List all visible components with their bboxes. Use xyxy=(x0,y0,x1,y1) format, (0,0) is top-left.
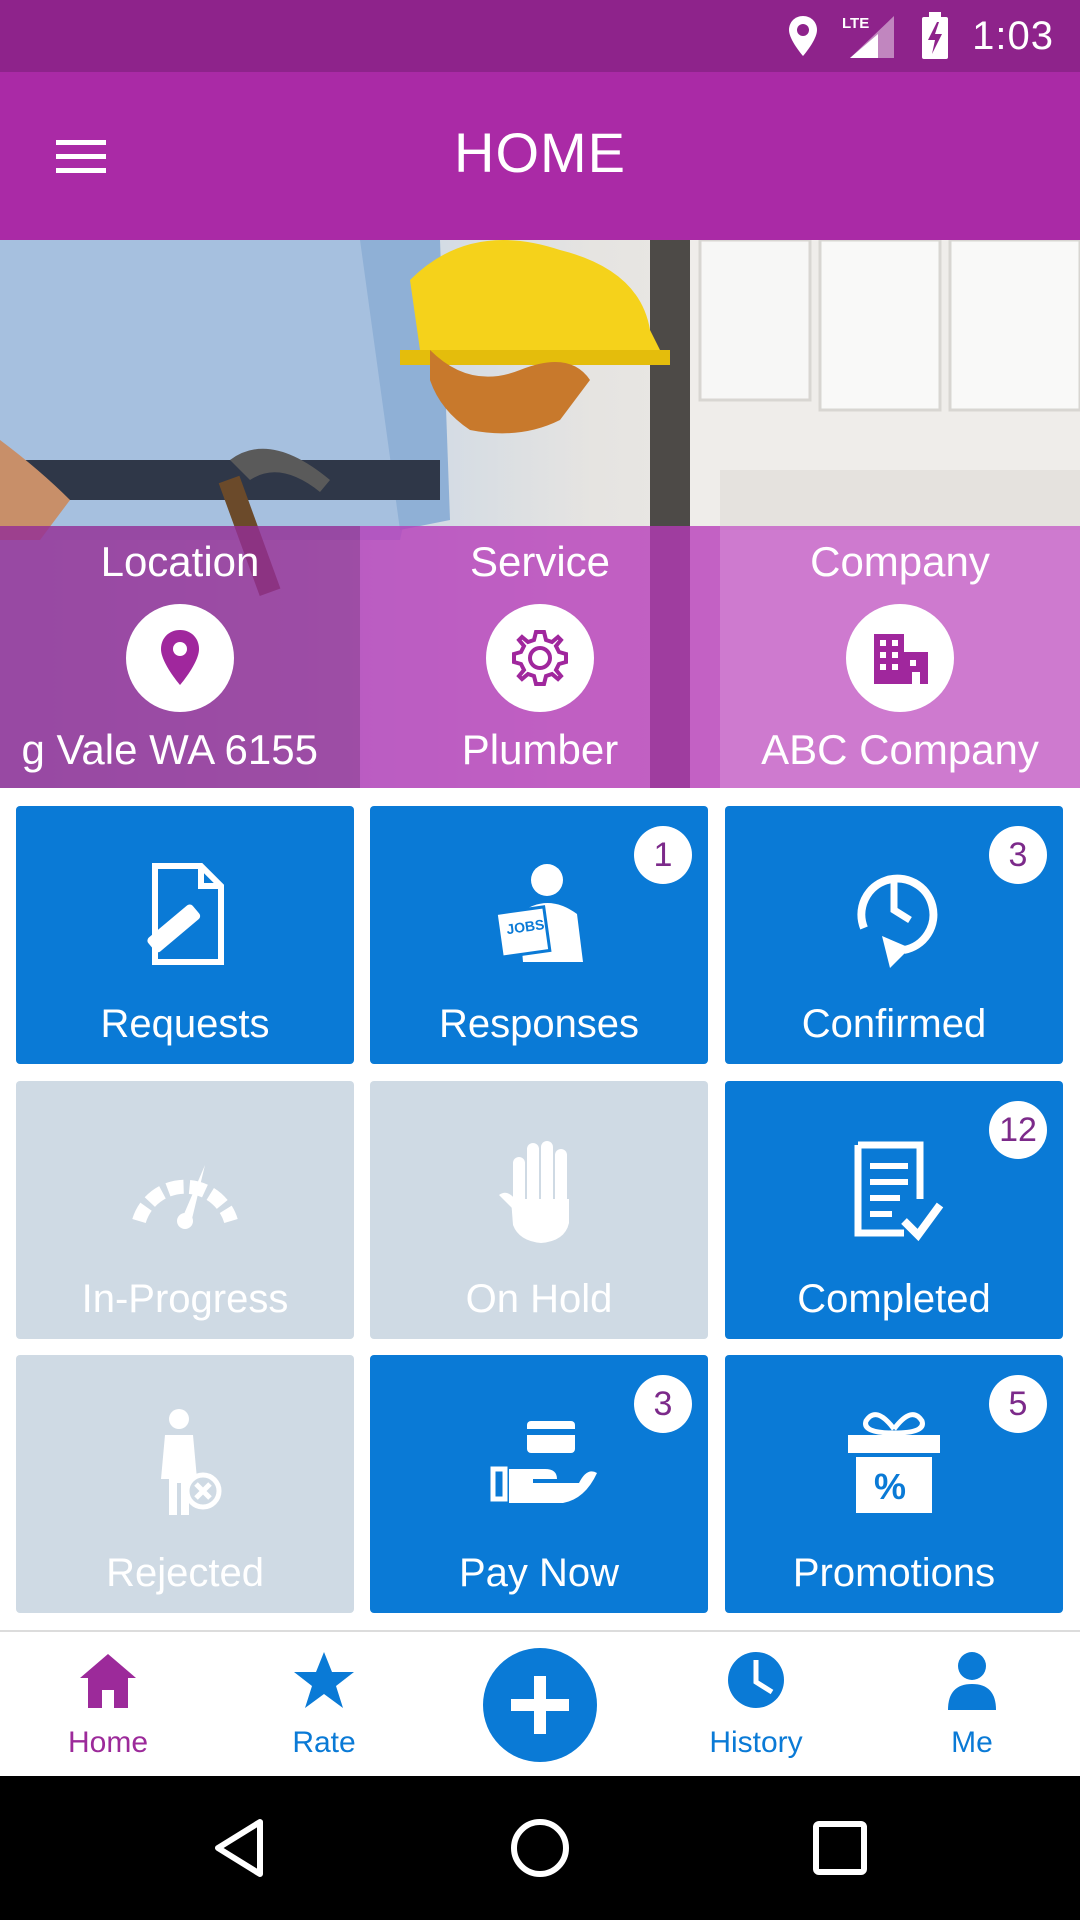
hero-banner: Location g Vale WA 6155 Service Plumber … xyxy=(0,240,1080,788)
tile-on-hold[interactable]: On Hold xyxy=(370,1081,708,1339)
checklist-icon xyxy=(854,1141,944,1242)
tile-label: Pay Now xyxy=(458,1551,620,1595)
home-icon xyxy=(80,1654,136,1708)
company-panel[interactable]: Company ABC Company xyxy=(720,526,1080,788)
nav-rate[interactable]: Rate xyxy=(244,1632,404,1778)
clock-icon xyxy=(728,1652,784,1708)
home-system-button[interactable] xyxy=(508,1816,572,1880)
service-value: Plumber xyxy=(461,726,619,773)
tile-pay-now[interactable]: 3 Pay Now xyxy=(370,1355,708,1613)
system-nav-bar xyxy=(0,1776,1080,1920)
location-button[interactable] xyxy=(126,604,234,712)
page-title: HOME xyxy=(454,121,626,184)
battery-charging-icon xyxy=(922,12,949,59)
bottom-nav: Home Rate History Me xyxy=(0,1630,1080,1776)
gear-icon xyxy=(512,630,568,686)
location-value: g Vale WA 6155 xyxy=(21,726,318,773)
map-pin-icon xyxy=(161,630,199,685)
location-panel[interactable]: Location g Vale WA 6155 xyxy=(0,526,360,788)
back-triangle-icon xyxy=(215,1819,263,1877)
nav-history[interactable]: History xyxy=(676,1632,836,1778)
responses-badge: 1 xyxy=(634,826,692,884)
gift-percent-icon: % xyxy=(848,1412,940,1513)
nav-home[interactable]: Home xyxy=(28,1632,188,1778)
recents-square-icon xyxy=(813,1821,867,1875)
nav-me[interactable]: Me xyxy=(892,1632,1052,1778)
pay-now-badge: 3 xyxy=(634,1375,692,1433)
tile-requests[interactable]: Requests xyxy=(16,806,354,1064)
back-button[interactable] xyxy=(208,1816,272,1880)
document-edit-icon xyxy=(147,863,224,965)
tile-label: Responses xyxy=(438,1002,640,1046)
status-time: 1:03 xyxy=(972,13,1054,58)
tile-label: Rejected xyxy=(106,1551,264,1595)
building-icon xyxy=(874,634,928,684)
star-icon xyxy=(294,1652,354,1708)
add-button[interactable] xyxy=(483,1648,597,1762)
app-bar: HOME xyxy=(0,72,1080,240)
company-label: Company xyxy=(810,538,990,585)
clock-arrow-icon xyxy=(857,874,938,968)
completed-badge: 12 xyxy=(989,1101,1047,1159)
tile-promotions[interactable]: % 5 Promotions xyxy=(725,1355,1063,1613)
status-bar: LTE 1:03 xyxy=(0,0,1080,72)
card-hand-icon xyxy=(490,1421,597,1503)
nav-label: Me xyxy=(951,1726,993,1759)
promotions-badge: 5 xyxy=(989,1375,1047,1433)
nav-label: History xyxy=(709,1726,803,1759)
tile-in-progress[interactable]: In-Progress xyxy=(16,1081,354,1339)
tile-completed[interactable]: 12 Completed xyxy=(725,1081,1063,1339)
tile-label: Requests xyxy=(100,1002,270,1046)
svg-text:%: % xyxy=(874,1466,906,1507)
person-rejected-icon xyxy=(161,1409,222,1515)
tile-label: Promotions xyxy=(792,1551,996,1595)
home-circle-icon xyxy=(511,1819,569,1877)
service-panel[interactable]: Service Plumber xyxy=(360,526,720,788)
hand-icon xyxy=(499,1141,569,1243)
speedometer-icon xyxy=(132,1165,238,1229)
service-button[interactable] xyxy=(486,604,594,712)
tile-label: Completed xyxy=(797,1277,991,1321)
recents-button[interactable] xyxy=(808,1816,872,1880)
company-value: ABC Company xyxy=(761,726,1039,773)
location-icon xyxy=(789,16,818,56)
person-icon xyxy=(948,1652,996,1710)
tile-label: In-Progress xyxy=(81,1277,289,1321)
nav-label: Rate xyxy=(292,1726,356,1759)
jobs-person-icon: JOBS xyxy=(494,864,583,962)
confirmed-badge: 3 xyxy=(989,826,1047,884)
tile-responses[interactable]: JOBS 1 Responses xyxy=(370,806,708,1064)
company-button[interactable] xyxy=(846,604,954,712)
tile-label: On Hold xyxy=(465,1277,613,1321)
info-strip: Location g Vale WA 6155 Service Plumber … xyxy=(0,526,1080,788)
tile-label: Confirmed xyxy=(801,1002,987,1046)
plus-icon xyxy=(511,1676,569,1734)
tile-rejected[interactable]: Rejected xyxy=(16,1355,354,1613)
location-label: Location xyxy=(100,538,260,585)
lte-signal-icon: LTE xyxy=(842,15,895,58)
service-label: Service xyxy=(469,538,611,585)
svg-text:LTE: LTE xyxy=(842,15,869,32)
tile-confirmed[interactable]: 3 Confirmed xyxy=(725,806,1063,1064)
nav-label: Home xyxy=(67,1726,149,1759)
